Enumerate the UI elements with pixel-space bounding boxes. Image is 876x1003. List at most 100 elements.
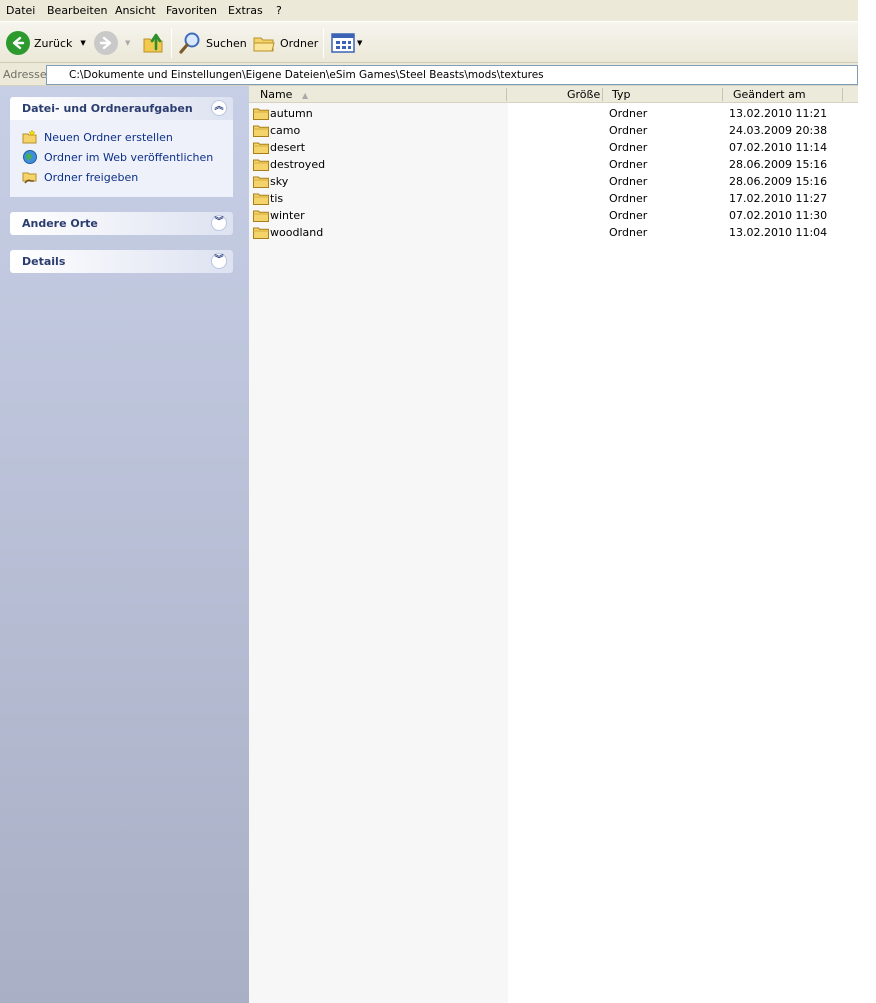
column-separator[interactable] xyxy=(722,88,723,101)
table-row[interactable]: tis Ordner 17.02.2010 11:27 xyxy=(249,190,858,207)
table-row[interactable]: winter Ordner 07.02.2010 11:30 xyxy=(249,207,858,224)
menu-favoriten[interactable]: Favoriten xyxy=(166,4,217,17)
column-header-modified[interactable]: Geändert am xyxy=(733,88,806,101)
panel-other-places-header[interactable]: Andere Orte ︾ xyxy=(10,212,233,235)
chevron-up-icon[interactable]: ︽ xyxy=(211,100,227,116)
file-modified: 13.02.2010 11:21 xyxy=(729,107,828,120)
panel-title: Andere Orte xyxy=(22,217,98,230)
panel-details-header[interactable]: Details ︾ xyxy=(10,250,233,273)
table-row[interactable]: destroyed Ordner 28.06.2009 15:16 xyxy=(249,156,858,173)
menu-datei[interactable]: Datei xyxy=(6,4,35,17)
file-name[interactable]: destroyed xyxy=(270,158,325,171)
toolbar-separator xyxy=(171,28,172,58)
folder-icon xyxy=(253,159,269,171)
menu-ansicht[interactable]: Ansicht xyxy=(115,4,156,17)
folder-icon xyxy=(253,193,269,205)
folders-icon xyxy=(253,37,275,52)
task-pane: Datei- und Ordneraufgaben ︽ Neuen Ordner… xyxy=(0,86,249,1003)
folder-icon xyxy=(253,210,269,222)
column-header-name[interactable]: Name ▲ xyxy=(260,88,308,101)
task-label: Ordner freigeben xyxy=(44,170,139,184)
folder-icon xyxy=(253,108,269,120)
menu-extras[interactable]: Extras xyxy=(228,4,263,17)
file-modified: 07.02.2010 11:14 xyxy=(729,141,828,154)
task-label: Ordner im Web veröffentlichen xyxy=(44,150,214,164)
file-modified: 28.06.2009 15:16 xyxy=(729,158,828,171)
folder-icon xyxy=(253,227,269,239)
task-publish-web[interactable]: Ordner im Web veröffentlichen xyxy=(22,149,213,165)
table-row[interactable]: woodland Ordner 13.02.2010 11:04 xyxy=(249,224,858,241)
task-new-folder[interactable]: Neuen Ordner erstellen xyxy=(22,129,173,145)
file-modified: 24.03.2009 20:38 xyxy=(729,124,828,137)
task-share-folder[interactable]: Ordner freigeben xyxy=(22,169,138,185)
column-separator[interactable] xyxy=(506,88,507,101)
back-dropdown-icon[interactable]: ▼ xyxy=(80,39,85,47)
views-dropdown-icon[interactable]: ▼ xyxy=(357,39,362,47)
column-separator[interactable] xyxy=(602,88,603,101)
views-button[interactable]: ▼ xyxy=(331,28,362,58)
menu-bar: Datei Bearbeiten Ansicht Favoriten Extra… xyxy=(0,0,858,21)
folders-button[interactable]: Ordner xyxy=(252,28,318,58)
table-row[interactable]: sky Ordner 28.06.2009 15:16 xyxy=(249,173,858,190)
address-label: Adresse xyxy=(3,68,47,81)
chevron-down-icon[interactable]: ︾ xyxy=(211,215,227,231)
menu-bearbeiten[interactable]: Bearbeiten xyxy=(47,4,107,17)
file-modified: 13.02.2010 11:04 xyxy=(729,226,828,239)
toolbar: Zurück ▼ ▼ Suchen Ordner ▼ xyxy=(0,21,858,63)
search-label: Suchen xyxy=(206,36,247,50)
forward-dropdown-icon[interactable]: ▼ xyxy=(125,39,130,47)
back-arrow-icon xyxy=(6,31,30,55)
globe-icon xyxy=(23,150,37,164)
file-name[interactable]: sky xyxy=(270,175,288,188)
forward-arrow-icon xyxy=(94,31,118,55)
column-header-size[interactable]: Größe xyxy=(567,88,600,101)
address-input[interactable]: C:\Dokumente und Einstellungen\Eigene Da… xyxy=(46,65,858,85)
task-label: Neuen Ordner erstellen xyxy=(44,130,173,144)
views-icon xyxy=(331,33,355,53)
toolbar-separator xyxy=(323,28,324,58)
file-type: Ordner xyxy=(609,192,648,205)
file-name[interactable]: tis xyxy=(270,192,283,205)
file-name[interactable]: woodland xyxy=(270,226,323,239)
file-list: Name ▲ Größe Typ Geändert am autumn Ordne… xyxy=(249,86,858,1003)
new-folder-icon xyxy=(22,129,37,144)
folder-icon xyxy=(253,125,269,137)
column-header-type[interactable]: Typ xyxy=(612,88,631,101)
file-type: Ordner xyxy=(609,209,648,222)
table-row[interactable]: autumn Ordner 13.02.2010 11:21 xyxy=(249,105,858,122)
file-type: Ordner xyxy=(609,226,648,239)
folder-icon xyxy=(253,142,269,154)
window-edge xyxy=(858,0,876,1003)
column-header-row: Name ▲ Größe Typ Geändert am xyxy=(249,86,858,103)
file-name[interactable]: autumn xyxy=(270,107,313,120)
file-type: Ordner xyxy=(609,141,648,154)
search-icon xyxy=(179,32,200,54)
forward-button[interactable]: ▼ xyxy=(94,28,130,58)
column-separator[interactable] xyxy=(842,88,843,101)
file-type: Ordner xyxy=(609,175,648,188)
address-path[interactable]: C:\Dokumente und Einstellungen\Eigene Da… xyxy=(69,69,544,81)
folder-up-button[interactable] xyxy=(142,28,166,58)
address-bar: Adresse C:\Dokumente und Einstellungen\E… xyxy=(0,63,858,86)
panel-file-folder-tasks-header[interactable]: Datei- und Ordneraufgaben ︽ xyxy=(10,97,233,120)
table-row[interactable]: camo Ordner 24.03.2009 20:38 xyxy=(249,122,858,139)
file-modified: 28.06.2009 15:16 xyxy=(729,175,828,188)
file-modified: 07.02.2010 11:30 xyxy=(729,209,828,222)
table-row[interactable]: desert Ordner 07.02.2010 11:14 xyxy=(249,139,858,156)
sort-ascending-icon: ▲ xyxy=(301,91,309,100)
file-modified: 17.02.2010 11:27 xyxy=(729,192,828,205)
panel-title: Details xyxy=(22,255,66,268)
back-button[interactable]: Zurück ▼ xyxy=(6,28,86,58)
menu-help[interactable]: ? xyxy=(276,4,282,17)
search-button[interactable]: Suchen xyxy=(178,28,247,58)
share-folder-icon xyxy=(22,172,37,184)
folder-up-icon xyxy=(143,33,163,53)
chevron-down-icon[interactable]: ︾ xyxy=(211,253,227,269)
folder-icon xyxy=(253,176,269,188)
file-type: Ordner xyxy=(609,158,648,171)
file-type: Ordner xyxy=(609,124,648,137)
file-name[interactable]: camo xyxy=(270,124,300,137)
file-name[interactable]: winter xyxy=(270,209,305,222)
panel-file-folder-tasks-body: Neuen Ordner erstellen Ordner im Web ver… xyxy=(10,120,233,197)
file-name[interactable]: desert xyxy=(270,141,305,154)
